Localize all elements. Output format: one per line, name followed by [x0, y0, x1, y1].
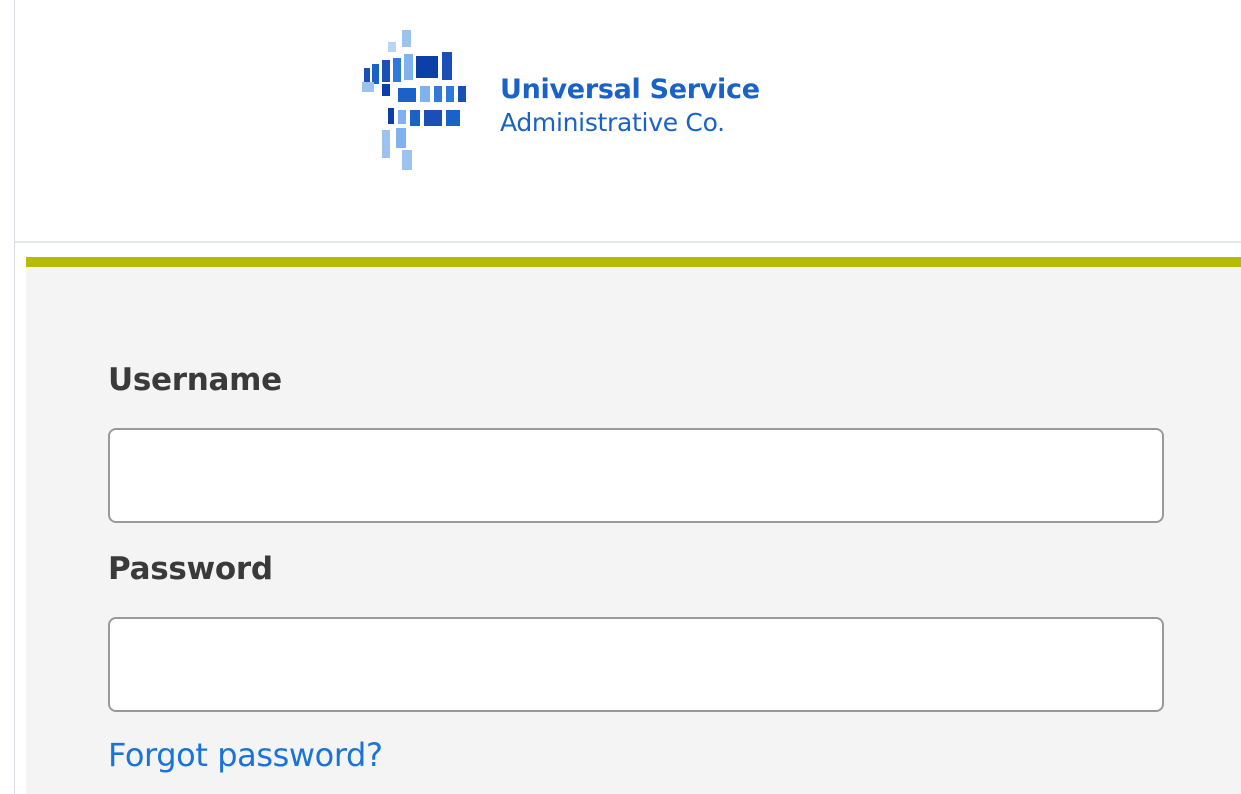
- login-panel: Username Password Forgot password?: [26, 267, 1241, 794]
- logo-text-line1: Universal Service: [500, 74, 760, 105]
- usac-logo-mark-icon: [362, 30, 466, 170]
- accent-bar: [26, 257, 1241, 267]
- site-header: Universal Service Administrative Co.: [15, 0, 1241, 242]
- header-divider: [15, 241, 1241, 243]
- login-page: Universal Service Administrative Co. Use…: [0, 0, 1241, 794]
- username-label: Username: [108, 362, 282, 398]
- username-input[interactable]: [108, 428, 1164, 523]
- usac-logo-text: Universal Service Administrative Co.: [500, 76, 760, 135]
- password-input[interactable]: [108, 617, 1164, 712]
- logo-text-line2: Administrative Co.: [500, 108, 725, 137]
- forgot-password-link[interactable]: Forgot password?: [108, 736, 383, 774]
- usac-logo[interactable]: Universal Service Administrative Co.: [362, 30, 762, 170]
- password-label: Password: [108, 551, 273, 587]
